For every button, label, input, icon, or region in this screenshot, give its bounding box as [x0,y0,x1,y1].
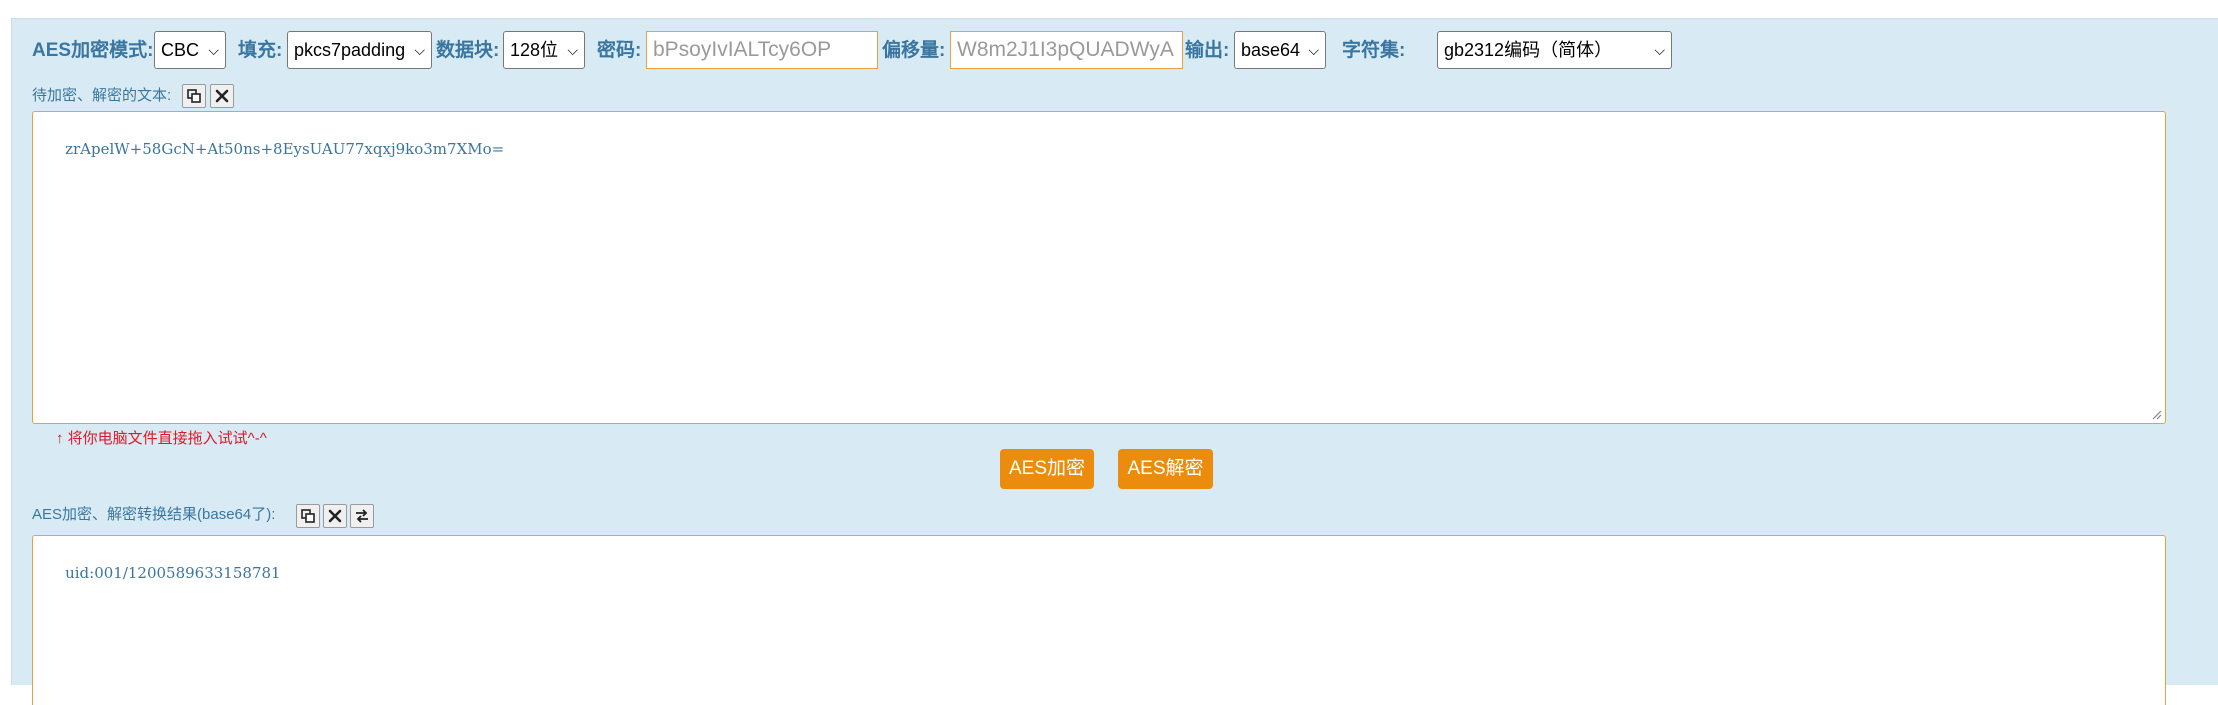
swap-button[interactable] [350,504,374,528]
resize-handle-icon[interactable] [2150,408,2162,420]
password-placeholder: bPsoyIvIALTcy6OP [653,38,832,61]
block-select[interactable]: 128位 ⌵ [503,31,585,69]
charset-label: 字符集: [1342,40,1406,61]
chevron-down-icon: ⌵ [208,42,219,58]
mode-select-value: CBC [161,40,200,60]
output-select[interactable]: base64 ⌵ [1234,31,1326,69]
input-textarea[interactable]: zrApelW+58GcN+At50ns+8EysUAU77xqxj9ko3m7… [32,111,2166,424]
offset-placeholder: W8m2J1I3pQUADWyA [957,38,1174,61]
close-icon [328,509,342,523]
mode-label: AES加密模式: [32,40,154,61]
mode-select[interactable]: CBC ⌵ [154,31,226,69]
copy-output-button[interactable] [296,504,320,528]
password-input[interactable]: bPsoyIvIALTcy6OP [646,31,878,69]
output-select-value: base64 [1241,40,1301,60]
password-label: 密码: [597,40,642,61]
chevron-down-icon: ⌵ [1308,42,1319,58]
charset-select-value: gb2312编码（简体） [1444,40,1613,60]
offset-label: 偏移量: [882,40,946,61]
chevron-down-icon: ⌵ [567,42,578,58]
output-result-label: AES加密、解密转换结果(base64了): [32,506,276,523]
charset-select[interactable]: gb2312编码（简体） ⌵ [1437,31,1672,69]
copy-input-button[interactable] [182,84,206,108]
clear-output-button[interactable] [323,504,347,528]
drag-file-hint: ↑ 将你电脑文件直接拖入试试^-^ [56,430,267,447]
clear-input-button[interactable] [210,84,234,108]
output-text: uid:001/1200589633158781 [65,564,281,582]
chevron-down-icon: ⌵ [1654,42,1665,58]
output-textarea[interactable]: uid:001/1200589633158781 [32,535,2166,705]
output-label: 输出: [1185,40,1230,61]
offset-input[interactable]: W8m2J1I3pQUADWyA [950,31,1183,69]
decrypt-button[interactable]: AES解密 [1118,449,1213,489]
padding-select-value: pkcs7padding [294,40,406,60]
chevron-down-icon: ⌵ [414,42,425,58]
encrypt-button[interactable]: AES加密 [1000,449,1094,489]
block-select-value: 128位 [510,40,559,60]
aes-tool-panel: AES加密模式: CBC ⌵ 填充: pkcs7padding ⌵ 数据块: 1… [11,18,2218,705]
close-icon [215,89,229,103]
input-label: 待加密、解密的文本: [32,87,172,104]
copy-icon [187,89,201,103]
padding-select[interactable]: pkcs7padding ⌵ [287,31,432,69]
swap-arrows-icon [356,509,368,523]
copy-icon [301,509,315,523]
padding-label: 填充: [238,40,283,61]
block-label: 数据块: [436,40,500,61]
input-text: zrApelW+58GcN+At50ns+8EysUAU77xqxj9ko3m7… [65,140,505,158]
